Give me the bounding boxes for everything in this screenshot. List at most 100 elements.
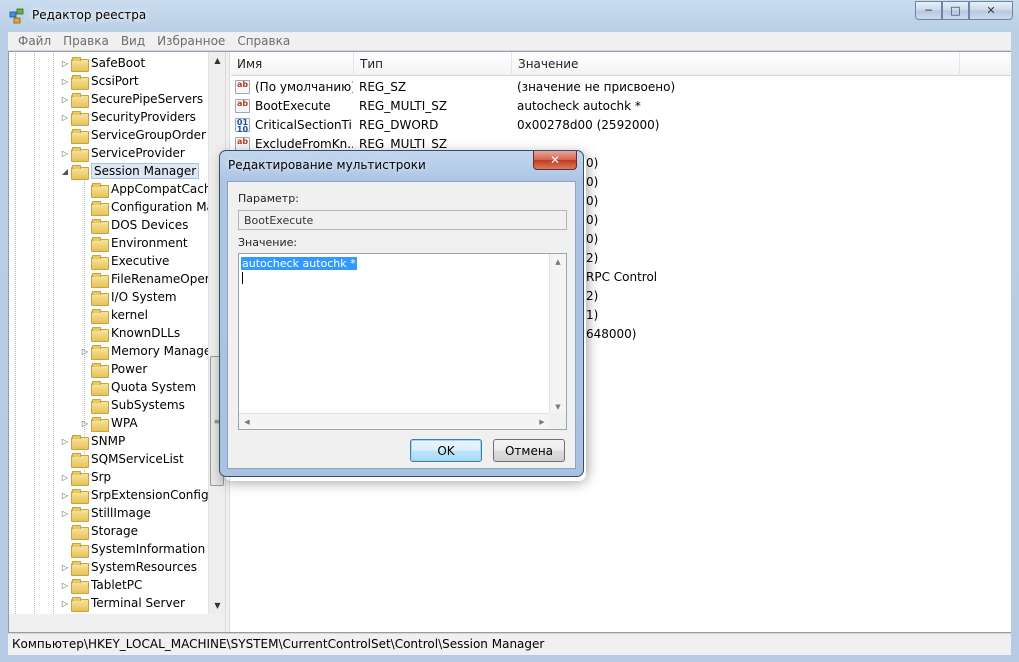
tree-item[interactable]: ▷ ScsiPort (59, 72, 139, 90)
tree-item-label: kernel (111, 308, 148, 322)
tree-item[interactable]: ServiceGroupOrder (59, 126, 206, 144)
expand-arrow-icon[interactable]: ▷ (59, 437, 71, 446)
text-caret (242, 272, 243, 284)
tree-item[interactable]: KnownDLLs (79, 324, 180, 342)
folder-icon (71, 92, 89, 108)
tree-item[interactable]: Storage (59, 522, 138, 540)
collapse-arrow-icon[interactable]: ◢ (59, 167, 71, 176)
tree-item[interactable]: SystemInformation (59, 540, 205, 558)
tree-item[interactable]: AppCompatCache (79, 180, 219, 198)
tree-item[interactable]: Quota System (79, 378, 196, 396)
expand-arrow-icon[interactable]: ▷ (79, 419, 91, 428)
caption-buttons: ─ □ ✕ (915, 1, 1013, 20)
string-value-icon: ab (235, 80, 250, 94)
column-name[interactable]: Имя (231, 52, 354, 76)
tree-item[interactable]: Environment (79, 234, 188, 252)
scroll-up-arrow-icon[interactable]: ▲ (209, 52, 225, 69)
tree-item[interactable]: SQMServiceList (59, 450, 184, 468)
folder-icon (71, 524, 89, 540)
tree-item[interactable]: ▷ SNMP (59, 432, 125, 450)
tree-item[interactable]: Executive (79, 252, 169, 270)
value-type: REG_MULTI_SZ (359, 137, 448, 151)
tree-item-label: SecurePipeServers (91, 92, 204, 106)
tree-item[interactable]: Power (79, 360, 147, 378)
expand-arrow-icon[interactable]: ▷ (59, 581, 71, 590)
menu-edit[interactable]: Правка (57, 34, 115, 48)
tree-item[interactable]: SubSystems (79, 396, 185, 414)
tree-item[interactable]: ◢ Session Manager (59, 162, 200, 180)
scroll-down-arrow-icon[interactable]: ▼ (550, 399, 566, 414)
tree-item[interactable]: ▷Memory Management (79, 342, 225, 360)
tree-item[interactable]: I/O System (79, 288, 177, 306)
menu-file[interactable]: Файл (12, 34, 57, 48)
expand-arrow-icon[interactable]: ▷ (59, 77, 71, 86)
tree-horizontal-scrollbar[interactable] (9, 614, 225, 632)
tree-item[interactable]: ▷ TabletPC (59, 576, 142, 594)
menu-view[interactable]: Вид (115, 34, 151, 48)
tree-item[interactable]: ▷ SrpExtensionConfig (59, 486, 209, 504)
tree-item[interactable]: ▷ WPA (79, 414, 138, 432)
list-row[interactable]: ab BootExecute REG_MULTI_SZ autocheck au… (231, 97, 1011, 116)
tree-item[interactable]: ▷ SystemResources (59, 558, 197, 576)
tree-item[interactable]: ▷ SafeBoot (59, 54, 145, 72)
close-button[interactable]: ✕ (969, 1, 1013, 20)
maximize-button[interactable]: □ (942, 1, 969, 20)
expand-arrow-icon[interactable]: ▷ (59, 599, 71, 608)
expand-arrow-icon[interactable]: ▷ (59, 491, 71, 500)
title-bar[interactable]: Редактор реестра ─ □ ✕ (0, 0, 1019, 32)
expand-arrow-icon[interactable]: ▷ (59, 113, 71, 122)
folder-icon (91, 200, 109, 216)
tree-item[interactable]: ▷ ServiceProvider (59, 144, 185, 162)
tree-item[interactable]: FileRenameOperations (79, 270, 225, 288)
textarea-horizontal-scrollbar[interactable]: ◀ ▶ (239, 413, 550, 429)
expand-arrow-icon[interactable]: ▷ (59, 473, 71, 482)
folder-icon (91, 398, 109, 414)
textarea-vertical-scrollbar[interactable]: ▲ ▼ (549, 254, 566, 414)
menu-favorites[interactable]: Избранное (151, 34, 231, 48)
tree-item[interactable]: ▷ StillImage (59, 504, 151, 522)
tree-item[interactable]: ▷ Terminal Server (59, 594, 185, 612)
value-textarea[interactable]: autocheck autochk * ▲ ▼ ◀ ▶ (238, 253, 567, 430)
expand-arrow-icon[interactable]: ▷ (59, 59, 71, 68)
tree-item[interactable]: ▷ Srp (59, 468, 111, 486)
folder-icon (71, 560, 89, 576)
expand-arrow-icon[interactable]: ▷ (59, 509, 71, 518)
folder-icon (71, 506, 89, 522)
tree-item-label: ServiceProvider (91, 146, 185, 160)
menu-help[interactable]: Справка (231, 34, 296, 48)
tree-item-label: SecurityProviders (91, 110, 196, 124)
folder-icon (71, 56, 89, 72)
scroll-right-arrow-icon[interactable]: ▶ (534, 414, 550, 429)
tree-item[interactable]: kernel (79, 306, 148, 324)
scroll-up-arrow-icon[interactable]: ▲ (550, 254, 566, 269)
ok-button[interactable]: OK (410, 439, 482, 462)
tree-item[interactable]: DOS Devices (79, 216, 188, 234)
column-value[interactable]: Значение (512, 52, 960, 76)
folder-icon (91, 326, 109, 342)
tree-item[interactable]: Configuration Manager (79, 198, 225, 216)
dialog-title: Редактирование мультистроки (228, 158, 426, 172)
expand-arrow-icon[interactable]: ▷ (59, 95, 71, 104)
cancel-button[interactable]: Отмена (493, 439, 565, 462)
scroll-left-arrow-icon[interactable]: ◀ (239, 414, 255, 429)
tree-item[interactable]: ▷ SecurePipeServers (59, 90, 203, 108)
tree-item-label: SrpExtensionConfig (91, 488, 209, 502)
column-type[interactable]: Тип (354, 52, 512, 76)
minimize-button[interactable]: ─ (915, 1, 942, 20)
folder-icon (71, 488, 89, 504)
folder-icon (91, 290, 109, 306)
tree-item-label: AppCompatCache (111, 182, 219, 196)
tree-item-label: SNMP (91, 434, 126, 448)
folder-icon (71, 74, 89, 90)
tree-item-label: Session Manager (91, 163, 200, 179)
folder-icon (71, 542, 89, 558)
scroll-down-arrow-icon[interactable]: ▼ (209, 597, 225, 614)
expand-arrow-icon[interactable]: ▷ (59, 563, 71, 572)
expand-arrow-icon[interactable]: ▷ (79, 347, 91, 356)
value-type: REG_MULTI_SZ (359, 99, 448, 113)
list-row[interactable]: 01 10 CriticalSectionTi... REG_DWORD 0x00… (231, 116, 1011, 135)
list-row[interactable]: ab (По умолчанию) REG_SZ (значение не пр… (231, 78, 1011, 97)
dialog-close-button[interactable]: ✕ (533, 151, 577, 170)
tree-item[interactable]: ▷ SecurityProviders (59, 108, 196, 126)
expand-arrow-icon[interactable]: ▷ (59, 149, 71, 158)
